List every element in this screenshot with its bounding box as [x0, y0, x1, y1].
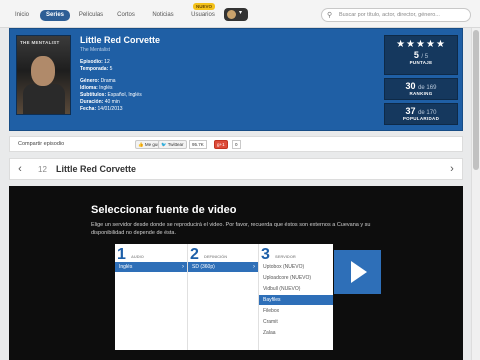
episode-navigation: ‹ 12 Little Red Corvette › [9, 158, 463, 180]
nav-inicio[interactable]: Inicio [8, 10, 36, 21]
meta-episode: Episodio: 12 [80, 59, 110, 65]
tweet-count: 95.7K [189, 140, 207, 149]
caret-down-icon: ▾ [239, 10, 243, 16]
nav-usuarios[interactable]: Usuarios [186, 10, 220, 21]
video-player: Seleccionar fuente de video Elige un ser… [9, 186, 463, 360]
rating-stars[interactable]: ★★★★★ [385, 39, 457, 50]
audio-label: AUDIO [131, 254, 144, 259]
meta-duration: Duración: 40 min [80, 99, 120, 105]
nav-peliculas[interactable]: Películas [75, 10, 107, 21]
twitter-button[interactable]: 🐦 Twittear [158, 140, 187, 149]
play-button[interactable] [334, 250, 381, 294]
nav-series[interactable]: Series [40, 10, 70, 21]
audio-column: 1 AUDIO Inglés › [115, 244, 187, 350]
server-option[interactable]: Uptobox (NUEVO) [259, 262, 333, 272]
rating-value: 5 / 5 [413, 50, 429, 60]
play-icon [351, 261, 367, 283]
meta-date: Fecha: 14/01/2013 [80, 106, 123, 112]
episode-number: 12 [38, 165, 47, 174]
previous-episode-arrow-icon[interactable]: ‹ [10, 159, 30, 179]
nav-noticias[interactable]: Noticias [146, 10, 180, 21]
next-episode-arrow-icon[interactable]: › [442, 159, 462, 179]
server-label: SERVIDOR [275, 254, 296, 259]
ranking-label: RANKING [409, 91, 433, 96]
episode-title: Little Red Corvette [80, 35, 161, 45]
server-column: 3 SERVIDOR Uptobox (NUEVO) Uploadcore (N… [259, 244, 333, 350]
ranking-value: 30 de 169 [405, 81, 437, 91]
rating-box: ★★★★★ 5 / 5 PUNTAJE [384, 35, 458, 75]
definition-column: 2 DEFINICIÓN SD (360p) › [188, 244, 258, 350]
thumbs-up-icon: 👍 [138, 142, 144, 147]
top-navigation: Inicio Series Películas Cortos Noticias … [0, 0, 480, 28]
definition-option-sd[interactable]: SD (360p) › [188, 262, 258, 272]
scrollbar-thumb[interactable] [473, 30, 479, 170]
chevron-right-icon: › [253, 264, 255, 270]
search-icon: ⚲ [327, 12, 333, 19]
server-option[interactable]: Zalaa [259, 328, 333, 338]
user-menu-button[interactable]: ▾ [224, 8, 248, 21]
meta-language: Idioma: Inglés [80, 85, 113, 91]
meta-genre: Género: Drama [80, 78, 116, 84]
popularity-label: POPULARIDAD [402, 116, 440, 121]
share-label: Compartir episodio [18, 141, 65, 147]
page-scrollbar[interactable] [471, 28, 480, 360]
show-name[interactable]: The Mentalist [80, 47, 110, 53]
player-description: Elige un servidor desde donde se reprodu… [91, 222, 371, 236]
avatar [227, 10, 236, 19]
server-option[interactable]: Filebox [259, 306, 333, 316]
twitter-icon: 🐦 [161, 142, 167, 147]
player-title: Seleccionar fuente de video [91, 204, 237, 216]
episode-nav-title: Little Red Corvette [56, 164, 137, 174]
popularity-value: 37 de 170 [405, 106, 437, 116]
poster-title: THE MENTALIST [20, 40, 60, 45]
server-option-selected[interactable]: Bayfiles [259, 295, 333, 305]
nav-cortos[interactable]: Cortos [112, 10, 140, 21]
popularity-box: 37 de 170 POPULARIDAD [384, 103, 458, 125]
rating-label: PUNTAJE [409, 60, 433, 65]
meta-subtitles: Subtítulos: Español, Inglés [80, 92, 142, 98]
server-option[interactable]: Cramit [259, 317, 333, 327]
episode-poster: THE MENTALIST [16, 35, 71, 115]
audio-option-ingles[interactable]: Inglés › [115, 262, 187, 272]
share-bar: Compartir episodio 👍 Me gusta 0 [9, 136, 463, 152]
google-plus-button[interactable]: g+1 [214, 140, 228, 149]
episode-header: THE MENTALIST Little Red Corvette The Me… [9, 28, 463, 131]
search-placeholder: Buscar por título, actor, director, géne… [339, 12, 440, 18]
source-selector: 1 AUDIO Inglés › 2 DEFINICIÓN SD (360p) … [115, 244, 333, 350]
nuevo-badge: NUEVO [193, 3, 215, 10]
meta-season: Temporada: 5 [80, 66, 113, 72]
search-input[interactable]: ⚲ Buscar por título, actor, director, gé… [321, 8, 471, 22]
gplus-count: 0 [232, 140, 241, 149]
server-option[interactable]: Vidbull (NUEVO) [259, 284, 333, 294]
ranking-box: 30 de 169 RANKING [384, 78, 458, 100]
episode-stats: ★★★★★ 5 / 5 PUNTAJE 30 de 169 RANKING 37… [384, 35, 458, 125]
chevron-right-icon: › [182, 264, 184, 270]
definition-label: DEFINICIÓN [204, 254, 228, 259]
server-option[interactable]: Uploadcore (NUEVO) [259, 273, 333, 283]
